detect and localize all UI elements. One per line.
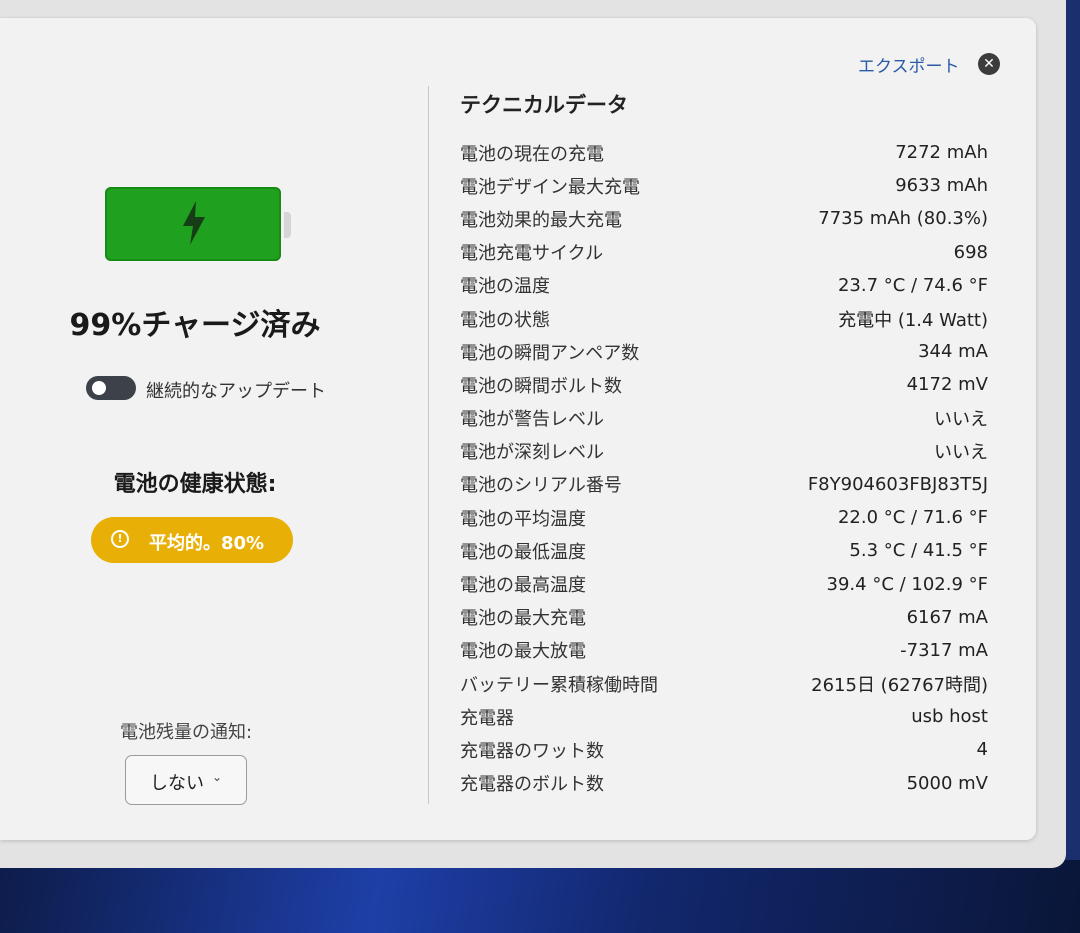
table-row: バッテリー累積稼働時間 2615日 (62767時間) <box>460 667 988 700</box>
row-label: 電池が深刻レベル <box>460 442 604 464</box>
continuous-update-toggle[interactable] <box>86 376 136 400</box>
row-label: 電池の平均温度 <box>460 508 586 530</box>
row-value: 7735 mAh (80.3%) <box>818 208 988 230</box>
row-label: 電池デザイン最大充電 <box>460 176 640 198</box>
row-label: 電池の状態 <box>460 309 550 331</box>
battery-icon <box>105 187 281 261</box>
row-value: いいえ <box>934 442 988 464</box>
row-label: 電池の瞬間アンペア数 <box>460 342 640 364</box>
notification-dropdown[interactable]: しない ⌄ <box>125 755 247 805</box>
close-icon[interactable]: ✕ <box>978 53 1000 75</box>
table-row: 電池の温度 23.7 °C / 74.6 °F <box>460 269 988 302</box>
table-row: 電池効果的最大充電 7735 mAh (80.3%) <box>460 202 988 235</box>
row-value: 23.7 °C / 74.6 °F <box>837 274 988 296</box>
desktop-wallpaper <box>0 860 1080 933</box>
health-status-text: 平均的。80% <box>149 533 265 554</box>
table-row: 電池の最低温度 5.3 °C / 41.5 °F <box>460 534 988 567</box>
table-row: 電池が深刻レベル いいえ <box>460 435 988 468</box>
row-value: 充電中 (1.4 Watt) <box>838 309 988 331</box>
row-value: 344 mA <box>918 341 988 363</box>
table-row: 充電器 usb host <box>460 700 988 733</box>
table-row: 電池が警告レベル いいえ <box>460 402 988 435</box>
technical-data-table: 電池の現在の充電 7272 mAh 電池デザイン最大充電 9633 mAh 電池効果… <box>460 136 988 800</box>
row-value: 4 <box>976 739 988 761</box>
table-row: 電池の状態 充電中 (1.4 Watt) <box>460 302 988 335</box>
row-value: -7317 mA <box>900 639 988 661</box>
row-value: 22.0 °C / 71.6 °F <box>837 507 988 529</box>
export-button[interactable]: エクスポート <box>858 52 960 77</box>
table-row: 充電器のボルト数 5000 mV <box>460 767 988 800</box>
row-label: 電池のシリアル番号 <box>460 475 622 497</box>
table-row: 電池の現在の充電 7272 mAh <box>460 136 988 169</box>
table-row: 電池のシリアル番号 F8Y904603FBJ83T5J <box>460 468 988 501</box>
toggle-knob <box>92 381 106 395</box>
row-label: 電池の最高温度 <box>460 575 586 597</box>
row-label: 充電器のワット数 <box>460 740 604 762</box>
table-row: 電池の瞬間ボルト数 4172 mV <box>460 368 988 401</box>
row-value: 4172 mV <box>906 374 988 396</box>
battery-tip <box>284 212 291 238</box>
row-label: 電池の現在の充電 <box>460 143 604 165</box>
row-label: 充電器のボルト数 <box>460 774 604 796</box>
row-value: 5.3 °C / 41.5 °F <box>849 540 988 562</box>
row-value: 39.4 °C / 102.9 °F <box>826 573 988 595</box>
row-label: 電池の最低温度 <box>460 541 586 563</box>
row-value: usb host <box>911 706 988 728</box>
table-row: 電池の最高温度 39.4 °C / 102.9 °F <box>460 567 988 600</box>
table-row: 電池の最大充電 6167 mA <box>460 601 988 634</box>
dropdown-value: しない <box>150 773 204 794</box>
row-value: 9633 mAh <box>895 175 988 197</box>
table-row: 充電器のワット数 4 <box>460 733 988 766</box>
notification-label: 電池残量の通知: <box>119 722 253 743</box>
table-row: 電池の最大放電 -7317 mA <box>460 634 988 667</box>
row-value: F8Y904603FBJ83T5J <box>807 473 988 495</box>
lightning-bolt-icon <box>183 201 205 245</box>
row-label: 電池充電サイクル <box>460 243 604 265</box>
continuous-update-label: 継続的なアップデート <box>146 381 326 402</box>
row-value: 2615日 (62767時間) <box>811 674 988 696</box>
table-row: 電池の平均温度 22.0 °C / 71.6 °F <box>460 501 988 534</box>
battery-health-title: 電池の健康状態: <box>113 472 277 497</box>
row-value: 6167 mA <box>906 606 988 628</box>
vertical-divider <box>428 86 429 804</box>
row-label: 充電器 <box>460 707 514 729</box>
row-value: 7272 mAh <box>895 142 988 164</box>
row-label: 電池の最大放電 <box>460 641 586 663</box>
row-label: 電池効果的最大充電 <box>460 209 622 231</box>
row-label: 電池の温度 <box>460 276 550 298</box>
row-label: バッテリー累積稼働時間 <box>460 674 658 696</box>
row-value: いいえ <box>934 409 988 431</box>
charge-status: 99%チャージ済み <box>69 308 321 343</box>
row-label: 電池が警告レベル <box>460 409 604 431</box>
row-label: 電池の瞬間ボルト数 <box>460 375 622 397</box>
health-status-badge: ! 平均的。80% <box>91 517 293 563</box>
table-row: 電池充電サイクル 698 <box>460 236 988 269</box>
row-label: 電池の最大充電 <box>460 608 586 630</box>
warning-icon: ! <box>111 530 129 548</box>
technical-data-title: テクニカルデータ <box>460 93 628 117</box>
row-value: 5000 mV <box>906 772 988 794</box>
row-value: 698 <box>953 241 988 263</box>
table-row: 電池の瞬間アンペア数 344 mA <box>460 335 988 368</box>
chevron-down-icon: ⌄ <box>212 770 223 784</box>
table-row: 電池デザイン最大充電 9633 mAh <box>460 169 988 202</box>
